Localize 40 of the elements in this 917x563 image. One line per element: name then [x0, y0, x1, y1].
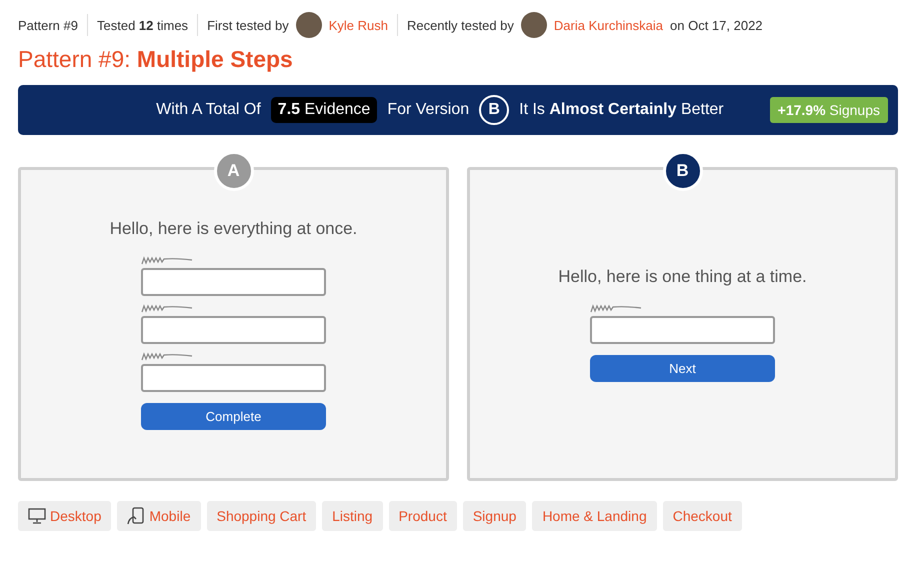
test-date: on Oct 17, 2022 [670, 18, 763, 32]
variant-badge: A [214, 151, 254, 191]
result-badge: +17.9% Signups [770, 97, 888, 123]
tag-link[interactable]: Listing [322, 501, 383, 531]
banner-text: For Version [387, 101, 470, 119]
tag-link[interactable]: Checkout [662, 501, 742, 531]
evidence-badge: 7.5 Evidence [270, 97, 378, 123]
submit-button[interactable]: Next [590, 354, 775, 382]
monitor-icon [28, 508, 46, 524]
tester-link[interactable]: Daria Kurchinskaia [554, 18, 664, 32]
submit-button[interactable]: Complete [141, 402, 326, 430]
tag-link[interactable]: Shopping Cart [206, 501, 316, 531]
version-badge: B [479, 95, 510, 125]
tag-link[interactable]: Mobile [117, 501, 201, 531]
hand-phone-icon [127, 507, 146, 525]
first-tester-label: First tested by [207, 18, 289, 32]
tag-link[interactable]: Home & Landing [532, 501, 657, 531]
variant-badge: B [662, 151, 702, 191]
scribble-icon [590, 302, 642, 312]
input-field[interactable] [141, 316, 326, 344]
avatar [296, 12, 322, 38]
test-count: Tested 12 times [97, 18, 188, 32]
mockup-heading: Hello, here is everything at once. [110, 218, 358, 238]
scribble-icon [141, 350, 193, 360]
mockup-heading: Hello, here is one thing at a time. [558, 266, 807, 286]
pattern-number: Pattern #9 [18, 18, 78, 32]
input-field[interactable] [141, 364, 326, 392]
recent-tester-label: Recently tested by [406, 18, 514, 32]
scribble-icon [141, 254, 193, 264]
tag-link[interactable]: Signup [462, 501, 526, 531]
verdict-text: It Is Almost Certainly Better [519, 101, 724, 119]
tag-link[interactable]: Desktop [18, 501, 112, 531]
tag-link[interactable]: Product [388, 501, 457, 531]
input-field[interactable] [141, 268, 326, 296]
input-field[interactable] [590, 316, 775, 344]
banner-text: With A Total Of [156, 101, 261, 119]
avatar [520, 12, 547, 38]
tester-link[interactable]: Kyle Rush [328, 18, 388, 32]
scribble-icon [141, 302, 193, 312]
pattern-title: Pattern #9: Multiple Steps [18, 46, 294, 73]
